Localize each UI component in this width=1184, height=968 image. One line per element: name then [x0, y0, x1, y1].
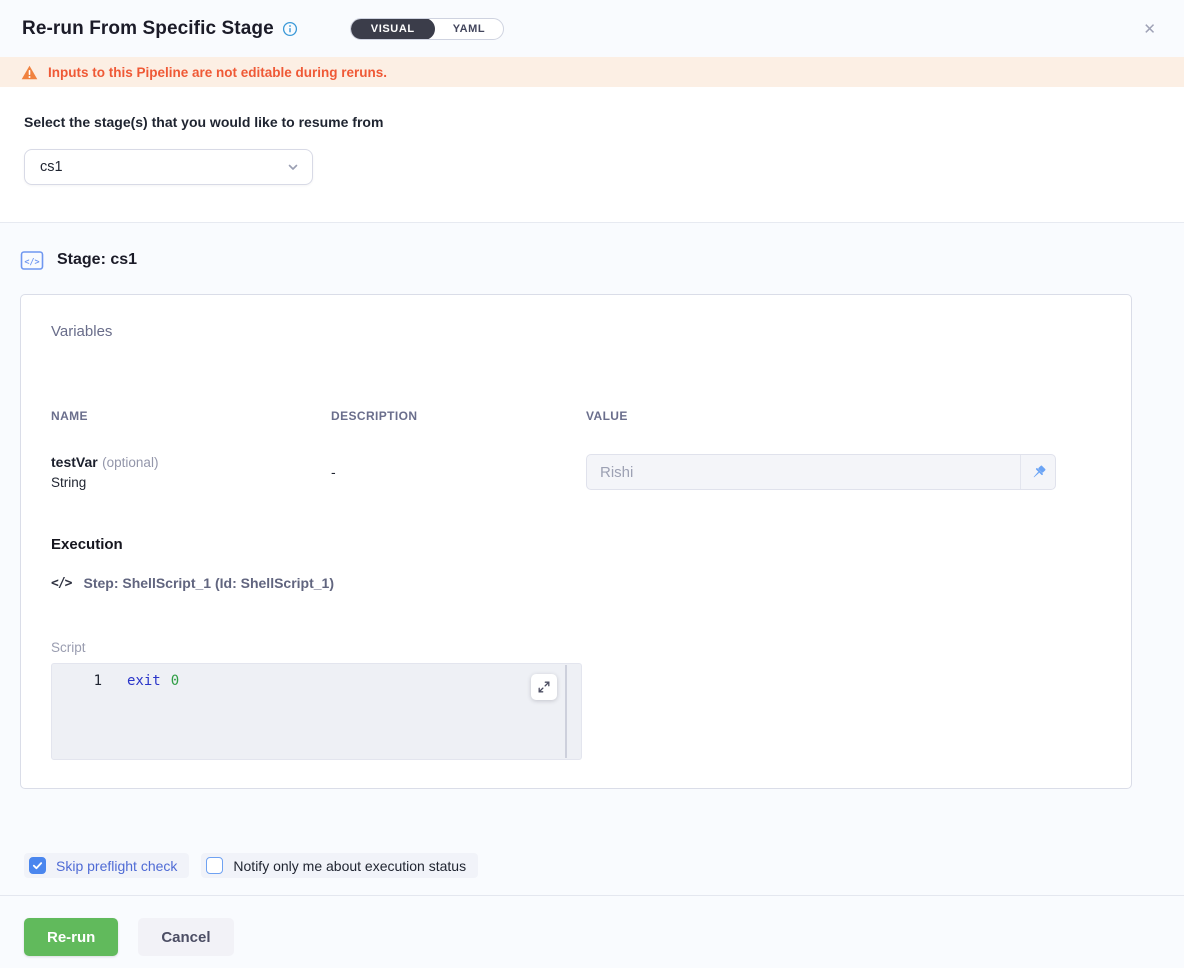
step-row: </> Step: ShellScript_1 (Id: ShellScript… — [51, 575, 1101, 591]
skip-preflight-checkbox[interactable]: Skip preflight check — [24, 853, 189, 878]
column-value: VALUE — [586, 409, 1101, 423]
checkbox-icon[interactable] — [29, 857, 46, 874]
script-code: exit 0 — [102, 673, 179, 689]
script-editor[interactable]: 1 exit 0 — [51, 663, 582, 760]
code-keyword: exit — [127, 673, 161, 689]
chevron-down-icon — [286, 160, 300, 174]
stage-select-value: cs1 — [40, 159, 286, 175]
line-number: 1 — [52, 673, 102, 689]
expand-icon[interactable] — [531, 674, 557, 700]
column-description: DESCRIPTION — [316, 409, 586, 423]
variables-table-header: NAME DESCRIPTION VALUE — [51, 409, 1101, 423]
variable-row: testVar (optional) String - — [51, 454, 1101, 490]
toggle-visual[interactable]: VISUAL — [351, 18, 435, 40]
stage-select-section: Select the stage(s) that you would like … — [0, 87, 1184, 223]
editor-scrollbar[interactable] — [565, 665, 567, 758]
variable-description: - — [316, 464, 586, 480]
variable-value-input[interactable] — [587, 455, 1020, 489]
variable-type: String — [51, 475, 316, 490]
stage-detail-section: </> Stage: cs1 Variables NAME DESCRIPTIO… — [0, 247, 1184, 789]
warning-banner: Inputs to this Pipeline are not editable… — [0, 57, 1184, 87]
warning-icon — [21, 65, 38, 80]
script-label: Script — [51, 640, 1101, 655]
code-number: 0 — [171, 673, 179, 689]
run-options: Skip preflight check Notify only me abou… — [0, 853, 1184, 878]
variable-optional-tag: (optional) — [102, 455, 158, 470]
page-title: Re-run From Specific Stage — [22, 18, 274, 40]
variable-name: testVar — [51, 454, 98, 470]
script-line: 1 exit 0 — [52, 664, 581, 689]
visual-yaml-toggle[interactable]: VISUAL YAML — [350, 18, 505, 40]
toggle-yaml[interactable]: YAML — [435, 18, 504, 40]
column-name: NAME — [51, 409, 316, 423]
variable-name-cell: testVar (optional) String — [51, 454, 316, 490]
stage-heading: Stage: cs1 — [57, 251, 137, 269]
svg-text:</>: </> — [24, 257, 39, 267]
dialog-header: Re-run From Specific Stage VISUAL YAML ✕ — [0, 0, 1184, 57]
info-icon[interactable] — [282, 21, 298, 37]
stage-card: Variables NAME DESCRIPTION VALUE testVar… — [20, 294, 1132, 789]
stage-select-dropdown[interactable]: cs1 — [24, 149, 313, 185]
ci-stage-icon: </> — [20, 250, 44, 271]
step-label: Step: ShellScript_1 (Id: ShellScript_1) — [83, 575, 334, 591]
warning-banner-text: Inputs to this Pipeline are not editable… — [48, 65, 387, 80]
rerun-dialog: Re-run From Specific Stage VISUAL YAML ✕… — [0, 0, 1184, 956]
stage-heading-row: </> Stage: cs1 — [20, 247, 1164, 273]
notify-only-me-label: Notify only me about execution status — [233, 858, 466, 874]
skip-preflight-label: Skip preflight check — [56, 858, 177, 874]
execution-title: Execution — [51, 536, 1101, 553]
notify-only-me-checkbox[interactable]: Notify only me about execution status — [201, 853, 478, 878]
code-icon: </> — [51, 576, 71, 591]
variable-value-input-group — [586, 454, 1056, 490]
checkbox-icon[interactable] — [206, 857, 223, 874]
cancel-button[interactable]: Cancel — [138, 918, 233, 956]
variables-title: Variables — [51, 323, 1101, 340]
stage-select-label: Select the stage(s) that you would like … — [24, 114, 1160, 130]
close-icon[interactable]: ✕ — [1137, 16, 1162, 42]
pin-icon[interactable] — [1020, 455, 1055, 489]
rerun-button[interactable]: Re-run — [24, 918, 118, 956]
variable-value-cell — [586, 454, 1101, 490]
dialog-footer: Re-run Cancel — [0, 896, 1184, 956]
